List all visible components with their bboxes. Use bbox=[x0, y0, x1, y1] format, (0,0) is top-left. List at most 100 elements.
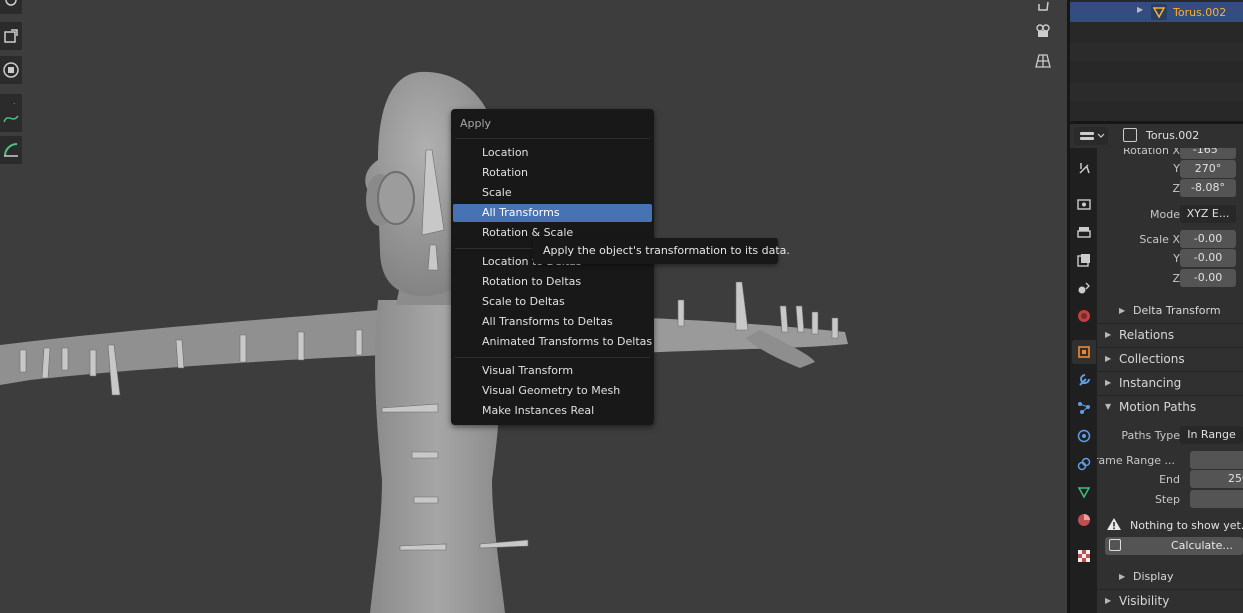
step-label: Step bbox=[1154, 493, 1180, 506]
rotation-y-field[interactable]: 270° bbox=[1180, 160, 1236, 178]
menu-item-scale-to-deltas[interactable]: Scale to Deltas bbox=[453, 293, 652, 311]
draw-tool-icon[interactable] bbox=[0, 104, 22, 132]
outliner-row-selected[interactable]: ▶ Torus.002 bbox=[1070, 2, 1243, 22]
warning-message: Nothing to show yet... bbox=[1130, 519, 1243, 532]
view-layer-tab-icon[interactable] bbox=[1072, 248, 1096, 272]
outliner-row bbox=[1070, 62, 1243, 82]
editor-type-dropdown[interactable] bbox=[1074, 127, 1108, 145]
data-tab-icon[interactable] bbox=[1072, 480, 1096, 504]
menu-title: Apply bbox=[460, 117, 492, 130]
section-label: Visibility bbox=[1119, 594, 1170, 608]
section-label: Collections bbox=[1119, 352, 1185, 366]
3d-viewport[interactable]: Apply Location Rotation Scale All Transf… bbox=[0, 0, 1067, 613]
menu-item-visual-transform[interactable]: Visual Transform bbox=[453, 362, 652, 380]
relations-panel[interactable]: ▶ Relations bbox=[1097, 324, 1243, 346]
expanded-arrow-icon: ▼ bbox=[1105, 402, 1112, 411]
menu-item-all-transforms-to-deltas[interactable]: All Transforms to Deltas bbox=[453, 313, 652, 331]
step-field[interactable]: 1 bbox=[1190, 490, 1243, 508]
motion-paths-panel[interactable]: ▼ Motion Paths bbox=[1097, 396, 1243, 418]
camera-view-icon[interactable] bbox=[1028, 17, 1058, 45]
menu-item-animated-transforms-to-deltas[interactable]: Animated Transforms to Deltas bbox=[453, 333, 652, 351]
particles-tab-icon[interactable] bbox=[1072, 396, 1096, 420]
menu-item-all-transforms[interactable]: All Transforms bbox=[453, 204, 652, 222]
paths-type-dropdown[interactable]: In Range bbox=[1180, 426, 1243, 444]
section-label: Motion Paths bbox=[1119, 400, 1197, 414]
frame-range-label: Frame Range ... bbox=[1097, 454, 1175, 467]
properties-editor: Torus.002 Rotation X -165° Y 270° Z -8.0… bbox=[1070, 124, 1243, 613]
end-label: End bbox=[1159, 473, 1180, 486]
rotation-x-label: Rotation X bbox=[1122, 148, 1180, 157]
perspective-grid-icon[interactable] bbox=[1028, 47, 1058, 75]
outliner-item-label: Torus.002 bbox=[1173, 6, 1227, 19]
calculate-label: Calculate... bbox=[1171, 539, 1233, 552]
section-label: Instancing bbox=[1119, 376, 1182, 390]
scale-tool-icon[interactable] bbox=[0, 22, 22, 50]
collections-panel[interactable]: ▶ Collections bbox=[1097, 348, 1243, 370]
display-panel[interactable]: ▶ Display bbox=[1097, 566, 1243, 588]
instancing-panel[interactable]: ▶ Instancing bbox=[1097, 372, 1243, 394]
frame-start-field[interactable]: 1 bbox=[1190, 451, 1243, 469]
material-tab-icon[interactable] bbox=[1072, 508, 1096, 532]
menu-separator bbox=[455, 138, 650, 139]
physics-tab-icon[interactable] bbox=[1072, 424, 1096, 448]
section-label: Display bbox=[1133, 570, 1174, 583]
world-tab-icon[interactable] bbox=[1072, 304, 1096, 328]
collapsed-arrow-icon: ▶ bbox=[1105, 596, 1112, 605]
rotation-z-label: Z bbox=[1172, 182, 1180, 195]
menu-separator bbox=[455, 357, 650, 358]
outliner: ▶ Torus.002 bbox=[1070, 0, 1243, 121]
rotation-y-label: Y bbox=[1173, 162, 1180, 175]
warning-icon bbox=[1106, 517, 1122, 534]
tooltip: Apply the object's transformation to its… bbox=[533, 238, 790, 264]
section-label: Relations bbox=[1119, 328, 1175, 342]
menu-item-rotation-to-deltas[interactable]: Rotation to Deltas bbox=[453, 273, 652, 291]
constraints-tab-icon[interactable] bbox=[1072, 452, 1096, 476]
measure-tool-icon[interactable] bbox=[0, 136, 22, 164]
collapsed-arrow-icon: ▶ bbox=[1105, 354, 1112, 363]
mode-label: Mode bbox=[1150, 208, 1180, 221]
output-tab-icon[interactable] bbox=[1072, 220, 1096, 244]
frame-end-field[interactable]: 250 bbox=[1190, 470, 1243, 488]
outliner-row bbox=[1070, 42, 1243, 62]
calculate-button[interactable]: Calculate... bbox=[1105, 537, 1243, 555]
collapsed-arrow-icon: ▶ bbox=[1105, 330, 1112, 339]
scale-x-field[interactable]: -0.00 bbox=[1180, 230, 1236, 248]
menu-item-scale[interactable]: Scale bbox=[453, 184, 652, 202]
delta-transform-panel[interactable]: ▶ Delta Transform bbox=[1097, 300, 1243, 322]
scale-z-label: Z bbox=[1172, 272, 1180, 285]
outliner-row bbox=[1070, 102, 1243, 121]
object-name: Torus.002 bbox=[1146, 129, 1200, 142]
transform-gizmo-icon[interactable] bbox=[0, 56, 22, 84]
texture-tab-icon[interactable] bbox=[1072, 544, 1096, 568]
object-properties: Rotation X -165° Y 270° Z -8.08° Mode XY… bbox=[1097, 148, 1243, 613]
rotation-z-field[interactable]: -8.08° bbox=[1180, 179, 1236, 197]
rotation-mode-dropdown[interactable]: XYZ E... bbox=[1180, 205, 1236, 223]
collapsed-arrow-icon: ▶ bbox=[1119, 572, 1126, 581]
properties-tabs bbox=[1070, 148, 1097, 613]
rotation-x-field[interactable]: -165° bbox=[1180, 148, 1236, 159]
scale-z-field[interactable]: -0.00 bbox=[1180, 269, 1236, 287]
menu-item-location[interactable]: Location bbox=[453, 144, 652, 162]
object-icon bbox=[1109, 539, 1121, 551]
object-data-icon bbox=[1151, 4, 1167, 20]
paths-type-label: Paths Type bbox=[1121, 429, 1180, 442]
render-tab-icon[interactable] bbox=[1072, 192, 1096, 216]
section-label: Delta Transform bbox=[1133, 304, 1221, 317]
expand-arrow-icon[interactable]: ▶ bbox=[1137, 5, 1143, 14]
scale-y-field[interactable]: -0.00 bbox=[1180, 249, 1236, 267]
menu-item-make-instances-real[interactable]: Make Instances Real bbox=[453, 402, 652, 420]
transform-tool-icon[interactable] bbox=[0, 0, 22, 14]
modifier-tab-icon[interactable] bbox=[1072, 368, 1096, 392]
visibility-panel[interactable]: ▶ Visibility bbox=[1097, 590, 1243, 612]
collapsed-arrow-icon: ▶ bbox=[1105, 378, 1112, 387]
outliner-row bbox=[1070, 82, 1243, 102]
object-icon bbox=[1123, 128, 1137, 142]
tool-tab-icon[interactable] bbox=[1072, 156, 1096, 180]
editor-type-icon bbox=[1080, 132, 1105, 140]
menu-item-rotation[interactable]: Rotation bbox=[453, 164, 652, 182]
scene-tab-icon[interactable] bbox=[1072, 276, 1096, 300]
collapsed-arrow-icon: ▶ bbox=[1119, 306, 1126, 315]
object-tab-icon[interactable] bbox=[1072, 340, 1096, 364]
scale-y-label: Y bbox=[1173, 252, 1180, 265]
menu-item-visual-geometry-to-mesh[interactable]: Visual Geometry to Mesh bbox=[453, 382, 652, 400]
